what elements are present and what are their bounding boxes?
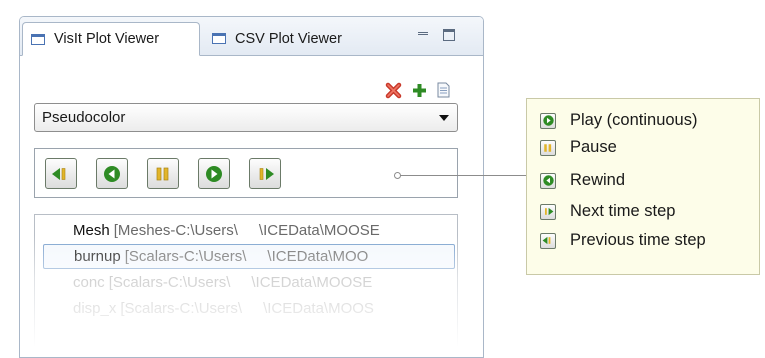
- properties-button[interactable]: [434, 81, 452, 99]
- previous-step-icon: [540, 232, 556, 249]
- plot-name: disp_x: [73, 300, 117, 317]
- legend-label: Pause: [570, 138, 617, 156]
- plot-source: [Meshes-C:\Users\ \ICEData\MOOSE: [113, 222, 380, 239]
- list-item[interactable]: disp_x [Scalars-C:\Users\ \ICEData\MOOS: [43, 296, 455, 321]
- add-icon: [412, 83, 426, 97]
- rewind-button[interactable]: [96, 158, 128, 189]
- rewind-icon: [104, 165, 120, 182]
- tab-visit-plot-viewer[interactable]: VisIt Plot Viewer: [22, 22, 200, 56]
- legend-label: Previous time step: [570, 231, 706, 249]
- plot-type-dropdown[interactable]: Pseudocolor: [34, 103, 458, 132]
- rewind-icon: [540, 172, 556, 189]
- tab-bar: VisIt Plot Viewer CSV Plot Viewer: [20, 17, 483, 56]
- plot-type-value: Pseudocolor: [42, 109, 126, 126]
- next-step-icon: [259, 167, 274, 180]
- previous-time-step-button[interactable]: [45, 158, 77, 189]
- play-icon: [540, 112, 556, 129]
- callout-anchor: [394, 172, 401, 179]
- pause-icon: [540, 139, 556, 156]
- next-time-step-button[interactable]: [249, 158, 281, 189]
- legend-item-pause: Pause: [540, 138, 617, 157]
- chevron-down-icon: [439, 115, 449, 121]
- document-icon: [437, 82, 449, 98]
- plot-name: Mesh: [73, 222, 110, 239]
- minimize-icon[interactable]: [417, 29, 429, 41]
- legend-label: Next time step: [570, 202, 676, 220]
- plot-viewer-panel: VisIt Plot Viewer CSV Plot Viewer Pseudo…: [19, 16, 484, 358]
- previous-step-icon: [52, 167, 66, 180]
- add-plot-button[interactable]: [410, 81, 428, 99]
- tab-csv-plot-viewer[interactable]: CSV Plot Viewer: [204, 22, 384, 55]
- list-item[interactable]: conc [Scalars-C:\Users\ \ICEData\MOOSE: [43, 270, 455, 295]
- plot-name: burnup: [74, 248, 121, 265]
- legend-item-previous: Previous time step: [540, 231, 706, 250]
- next-step-icon: [540, 203, 556, 220]
- tab-label: CSV Plot Viewer: [235, 30, 342, 47]
- plot-source: [Scalars-C:\Users\ \ICEData\MOOSE: [108, 274, 373, 291]
- legend-item-next: Next time step: [540, 202, 675, 221]
- window-icon: [212, 33, 226, 44]
- list-item-selected[interactable]: burnup [Scalars-C:\Users\ \ICEData\MOO: [43, 244, 455, 269]
- pause-button[interactable]: [147, 158, 179, 189]
- legend-label: Rewind: [570, 171, 626, 189]
- list-item[interactable]: Mesh [Meshes-C:\Users\ \ICEData\MOOSE: [43, 218, 455, 243]
- legend-item-rewind: Rewind: [540, 171, 625, 190]
- pause-icon: [156, 167, 169, 180]
- delete-icon: [385, 82, 401, 98]
- play-button[interactable]: [198, 158, 230, 189]
- legend-label: Play (continuous): [570, 111, 698, 129]
- controls-legend: Play (continuous) Pause Rewind Next time…: [526, 98, 760, 275]
- plot-name: conc: [73, 274, 105, 291]
- legend-item-play: Play (continuous): [540, 111, 697, 130]
- window-icon: [31, 33, 45, 45]
- play-icon: [206, 165, 222, 182]
- plot-list: Mesh [Meshes-C:\Users\ \ICEData\MOOSE bu…: [34, 214, 458, 357]
- maximize-icon[interactable]: [443, 29, 455, 41]
- plot-source: [Scalars-C:\Users\ \ICEData\MOOS: [120, 300, 374, 317]
- delete-plot-button[interactable]: [384, 81, 402, 99]
- plot-source: [Scalars-C:\Users\ \ICEData\MOO: [124, 248, 369, 265]
- callout-connector: [396, 175, 527, 176]
- tab-label: VisIt Plot Viewer: [54, 31, 160, 47]
